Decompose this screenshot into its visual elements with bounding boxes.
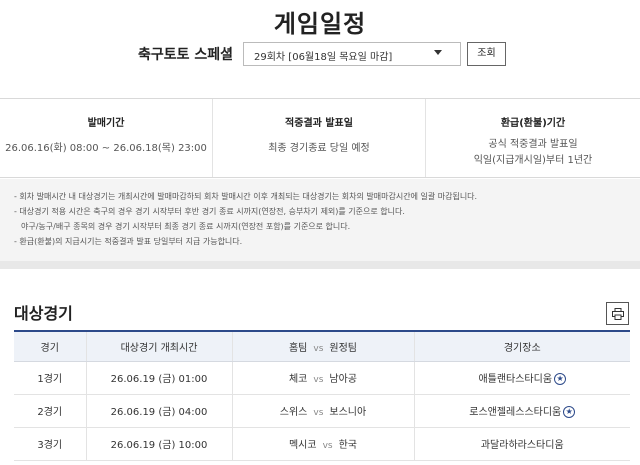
round-selector-row: 축구토토 스페셜 29회차 [06월18일 목요일 마감] 조회 — [0, 42, 640, 66]
notice-line: - 회차 발매시간 내 대상경기는 개최시간에 발매마감하되 회차 발매시간 이… — [14, 192, 478, 201]
venue-name: 로스앤젤레스스타디움 — [469, 407, 562, 418]
notice-box: - 회차 발매시간 내 대상경기는 개최시간에 발매마감하되 회차 발매시간 이… — [0, 179, 640, 261]
table-row: 3경기 26.06.19 (금) 10:00 멕시코 vs 한국 과달라하라스타디움 — [14, 427, 630, 461]
notice-line: - 대상경기 적용 시간은 축구의 경우 경기 시작부터 후반 경기 종료 시까… — [14, 207, 405, 216]
sale-info-band: 발매기간 26.06.16(화) 08:00 ~ 26.06.18(목) 23:… — [0, 98, 640, 178]
match-venue: 로스앤젤레스스타디움 ★ — [413, 394, 630, 428]
home-team: 스위스 — [279, 407, 308, 418]
search-button[interactable]: 조회 — [467, 42, 506, 66]
header-time: 대상경기 개최시간 — [86, 331, 233, 362]
match-number: 3경기 — [14, 427, 87, 461]
sale-period-column: 발매기간 26.06.16(화) 08:00 ~ 26.06.18(목) 23:… — [0, 99, 212, 177]
star-badge-icon[interactable]: ★ — [563, 406, 576, 418]
header-home: 홈팀 — [288, 342, 308, 354]
match-table: 경기 대상경기 개최시간 홈팀 vs 원정팀 경기장소 1경기 26.06.19 (… — [14, 330, 630, 461]
vs-label: vs — [322, 441, 333, 451]
venue-name: 애틀랜타스타디움 — [478, 374, 553, 385]
table-row: 2경기 26.06.19 (금) 04:00 스위스 vs 보스니아 로스앤젤레스스… — [14, 394, 630, 428]
table-header-row: 경기 대상경기 개최시간 홈팀 vs 원정팀 경기장소 — [14, 331, 630, 362]
header-match: 경기 — [14, 331, 87, 362]
page-title: 게임일정 — [273, 10, 367, 38]
match-venue: 과달라하라스타디움 — [413, 427, 630, 461]
away-team: 보스니아 — [329, 407, 367, 418]
home-team: 멕시코 — [288, 440, 317, 451]
match-teams: 체코 vs 남아공 — [232, 361, 415, 395]
result-date-column: 적중결과 발표일 최종 경기종료 당일 예정 — [212, 99, 425, 177]
header-vs: vs — [313, 343, 324, 354]
print-button[interactable] — [606, 302, 629, 325]
match-teams: 스위스 vs 보스니아 — [232, 394, 415, 428]
vs-label: vs — [313, 375, 324, 385]
printer-icon — [612, 308, 624, 320]
header-venue: 경기장소 — [413, 331, 630, 362]
notice-line: - 환급(환불)의 지급시기는 적중결과 발표 당일부터 지급 가능합니다. — [14, 237, 243, 246]
match-time: 26.06.19 (금) 01:00 — [86, 361, 233, 395]
venue-name: 과달라하라스타디움 — [480, 440, 564, 451]
sale-period-text: 26.06.16(화) 08:00 ~ 26.06.18(목) 23:00 — [5, 143, 207, 154]
away-team: 한국 — [338, 440, 358, 451]
match-teams: 멕시코 vs 한국 — [232, 427, 415, 461]
sale-period-heading: 발매기간 — [87, 118, 125, 129]
vs-label: vs — [313, 408, 324, 418]
match-number: 2경기 — [14, 394, 87, 428]
refund-period-line-1: 공식 적중결과 발표일 — [488, 139, 578, 150]
match-time: 26.06.19 (금) 04:00 — [86, 394, 233, 428]
table-row: 1경기 26.06.19 (금) 01:00 체코 vs 남아공 애틀랜타스타디움 ★ — [14, 361, 630, 395]
result-date-text: 최종 경기종료 당일 예정 — [268, 143, 370, 154]
refund-period-text: 공식 적중결과 발표일 익일(지급개시일)부터 1년간 — [426, 137, 640, 169]
away-team: 남아공 — [329, 374, 358, 385]
star-badge-icon[interactable]: ★ — [554, 373, 567, 385]
home-team: 체코 — [288, 374, 308, 385]
round-select[interactable]: 29회차 [06월18일 목요일 마감] — [243, 42, 461, 66]
round-select-value: 29회차 [06월18일 목요일 마감] — [254, 52, 393, 63]
chevron-down-icon — [434, 50, 442, 55]
refund-period-line-2: 익일(지급개시일)부터 1년간 — [473, 155, 593, 166]
result-date-heading: 적중결과 발표일 — [285, 118, 353, 129]
section-divider — [0, 261, 640, 269]
refund-period-heading: 환급(환불)기간 — [500, 118, 566, 129]
match-venue: 애틀랜타스타디움 ★ — [413, 361, 630, 395]
header-teams: 홈팀 vs 원정팀 — [232, 331, 415, 362]
match-number: 1경기 — [14, 361, 87, 395]
game-type-label: 축구토토 스페셜 — [138, 47, 234, 63]
section-title: 대상경기 — [14, 304, 73, 323]
refund-period-column: 환급(환불)기간 공식 적중결과 발표일 익일(지급개시일)부터 1년간 — [425, 99, 640, 177]
notice-line: 야구/농구/배구 종목의 경우 경기 시작부터 최종 경기 종료 시까지(연장전… — [21, 222, 351, 231]
match-time: 26.06.19 (금) 10:00 — [86, 427, 233, 461]
header-away: 원정팀 — [329, 342, 358, 354]
